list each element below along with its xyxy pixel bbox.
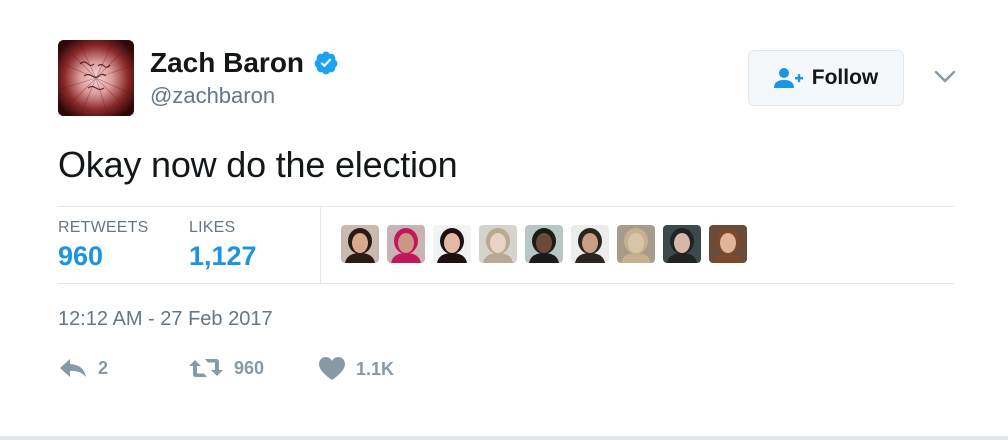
retweets-count: 960: [58, 241, 104, 271]
liker-avatar[interactable]: [525, 225, 563, 263]
tweet-stats: RETWEETS 960 LIKES 1,127: [58, 206, 954, 284]
liker-face-icon: [387, 225, 425, 263]
retweet-button[interactable]: 960: [188, 356, 264, 380]
liker-face-icon: [341, 225, 379, 263]
handwritten-card-avatar-icon: [58, 40, 134, 116]
liker-avatars: [341, 225, 755, 263]
likes-count: 1,127: [189, 241, 257, 271]
likes-stat[interactable]: LIKES 1,127: [189, 218, 257, 272]
liker-face-icon: [433, 225, 471, 263]
retweet-icon: [189, 359, 223, 377]
follow-label: Follow: [811, 66, 879, 89]
tweet-timestamp[interactable]: 12:12 AM - 27 Feb 2017: [58, 308, 273, 331]
verified-badge-icon: [315, 51, 338, 75]
liker-face-icon: [479, 225, 517, 263]
retweet-count: 960: [234, 357, 265, 378]
liker-avatar[interactable]: [433, 225, 471, 263]
liker-avatar[interactable]: [617, 225, 655, 263]
liker-avatar[interactable]: [341, 225, 379, 263]
like-button[interactable]: 1.1K: [318, 356, 394, 382]
card-bottom-border: [0, 436, 1008, 440]
tweet-card: Zach Baron @zachbaron Follow Okay now do…: [0, 0, 1008, 440]
liker-avatar[interactable]: [479, 225, 517, 263]
chevron-down-icon[interactable]: [934, 70, 956, 84]
liker-avatar[interactable]: [709, 225, 747, 263]
user-handle[interactable]: @zachbaron: [150, 83, 339, 109]
liker-face-icon: [571, 225, 609, 263]
reply-icon: [60, 359, 86, 377]
add-user-icon: [773, 68, 803, 88]
user-avatar[interactable]: [58, 40, 134, 116]
stats-divider: [320, 207, 321, 283]
likes-label: LIKES: [189, 219, 236, 236]
reply-count: 2: [98, 357, 109, 378]
liker-face-icon: [709, 225, 747, 263]
heart-icon: [319, 357, 345, 380]
reply-button[interactable]: 2: [58, 356, 108, 380]
liker-avatar[interactable]: [387, 225, 425, 263]
like-count: 1.1K: [356, 358, 395, 379]
liker-face-icon: [663, 225, 701, 263]
liker-face-icon: [525, 225, 563, 263]
liker-avatar[interactable]: [663, 225, 701, 263]
display-name[interactable]: Zach Baron: [150, 47, 304, 79]
liker-avatar[interactable]: [571, 225, 609, 263]
user-info: Zach Baron @zachbaron: [150, 47, 339, 109]
follow-button[interactable]: Follow: [748, 50, 904, 106]
tweet-text: Okay now do the election: [58, 144, 458, 185]
retweets-label: RETWEETS: [58, 219, 149, 236]
retweets-stat[interactable]: RETWEETS 960: [58, 218, 149, 272]
liker-face-icon: [617, 225, 655, 263]
